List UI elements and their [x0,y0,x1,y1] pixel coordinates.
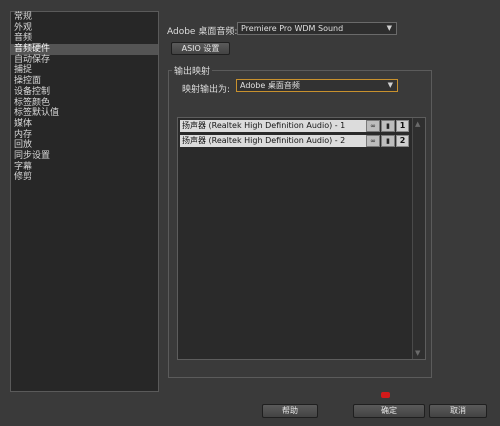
chevron-down-icon: ▼ [387,81,393,89]
asio-settings-button[interactable]: ASIO 设置 [171,42,230,55]
sidebar-item[interactable]: 自动保存 [11,55,158,66]
channel-label: 扬声器 (Realtek High Definition Audio) - 2 [180,135,366,147]
speaker-link-icon[interactable]: ∞ [366,120,380,132]
map-output-dropdown[interactable]: Adobe 桌面音频 ▼ [236,79,398,92]
channel-number[interactable]: 1 [396,120,409,132]
sidebar-item[interactable]: 修剪 [11,172,158,183]
channel-number[interactable]: 2 [396,135,409,147]
sidebar-item[interactable]: 设备控制 [11,87,158,98]
sidebar-item[interactable]: 常规 [11,12,158,23]
sidebar-item[interactable]: 内存 [11,130,158,141]
sidebar-item[interactable]: 字幕 [11,162,158,173]
sidebar-item[interactable]: 标签默认值 [11,108,158,119]
cancel-button[interactable]: 取消 [429,404,487,418]
sidebar-item[interactable]: 操控面 [11,76,158,87]
meter-icon[interactable]: ▮ [381,120,395,132]
output-mapping-title: 输出映射 [172,64,213,77]
sidebar-item[interactable]: 捕捉 [11,65,158,76]
sidebar-item[interactable]: 媒体 [11,119,158,130]
chevron-down-icon: ▼ [386,24,392,32]
channel-row[interactable]: 扬声器 (Realtek High Definition Audio) - 2 … [180,135,412,147]
speaker-link-icon[interactable]: ∞ [366,135,380,147]
channel-label: 扬声器 (Realtek High Definition Audio) - 1 [180,120,366,132]
sidebar-item[interactable]: 音频硬件 [11,44,158,55]
map-output-label: 映射输出为: [182,85,231,95]
desktop-audio-label: Adobe 桌面音频: [167,27,238,37]
sidebar-item[interactable]: 音频 [11,33,158,44]
cursor-marker-icon [381,392,390,398]
sidebar-item[interactable]: 外观 [11,23,158,34]
map-output-value: Adobe 桌面音频 [240,81,300,90]
meter-icon[interactable]: ▮ [381,135,395,147]
device-dropdown-value: Premiere Pro WDM Sound [241,24,344,33]
sidebar-item[interactable]: 同步设置 [11,151,158,162]
help-button[interactable]: 帮助 [262,404,318,418]
channel-row[interactable]: 扬声器 (Realtek High Definition Audio) - 1 … [180,120,412,132]
sidebar-item[interactable]: 标签颜色 [11,98,158,109]
ok-button[interactable]: 确定 [353,404,425,418]
scroll-up-icon[interactable]: ▲ [415,120,420,128]
preferences-category-list[interactable]: 常规 外观 音频 音频硬件 自动保存 捕捉 操控面 设备控制 标签颜色 标签默认值 媒体 内存 回放 同步… [10,11,159,392]
channel-list[interactable] [177,117,426,360]
sidebar-item[interactable]: 回放 [11,140,158,151]
channel-list-scrollbar[interactable]: ▲ ▼ [412,118,425,359]
scroll-down-icon[interactable]: ▼ [415,349,420,357]
desktop-audio-device-dropdown[interactable]: Premiere Pro WDM Sound ▼ [237,22,397,35]
